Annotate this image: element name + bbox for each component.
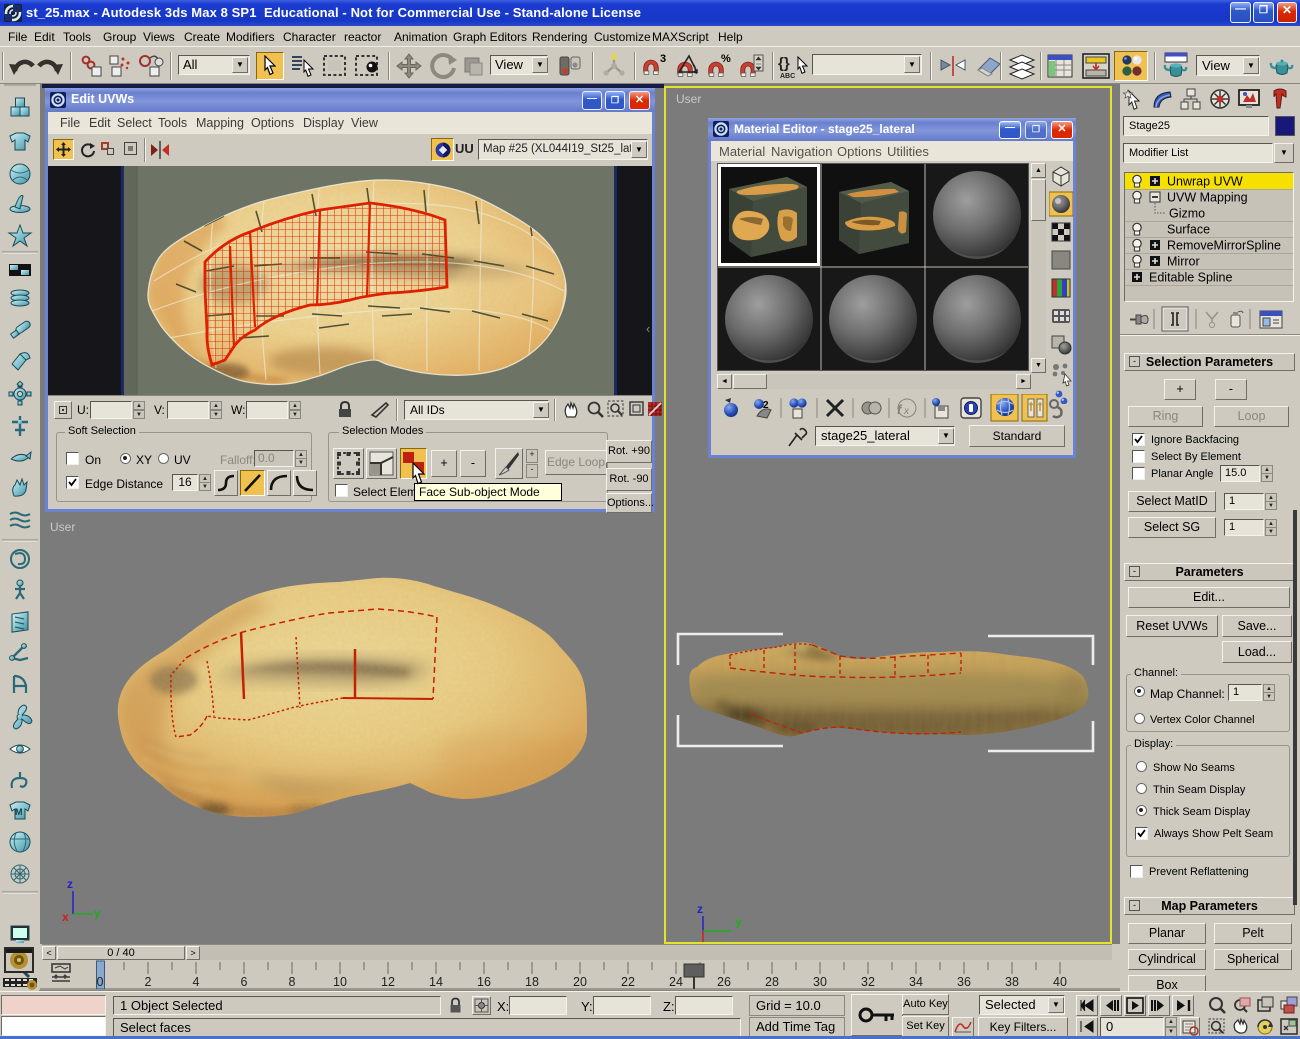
svg-text:z: z xyxy=(697,902,703,916)
svg-text:6: 6 xyxy=(241,975,248,989)
svg-text:2: 2 xyxy=(145,975,152,989)
svg-text:%: % xyxy=(721,53,731,65)
svg-text:Mirror: Mirror xyxy=(1167,255,1200,269)
svg-text:Gizmo: Gizmo xyxy=(1169,207,1205,221)
svg-text:16: 16 xyxy=(477,975,491,989)
svg-text:y: y xyxy=(94,906,101,920)
svg-text:34: 34 xyxy=(909,975,923,989)
svg-text:30: 30 xyxy=(813,975,827,989)
svg-text:Editable Spline: Editable Spline xyxy=(1149,271,1232,285)
svg-text:10: 10 xyxy=(333,975,347,989)
svg-text:x: x xyxy=(62,910,69,924)
svg-text:z: z xyxy=(67,877,73,891)
svg-text:RemoveMirrorSpline: RemoveMirrorSpline xyxy=(1167,239,1281,253)
svg-text:22: 22 xyxy=(621,975,635,989)
svg-text:12: 12 xyxy=(381,975,395,989)
svg-text:ABC: ABC xyxy=(780,73,795,80)
svg-text:24: 24 xyxy=(669,975,683,989)
svg-text:3: 3 xyxy=(660,53,666,65)
svg-text:y: y xyxy=(735,915,742,929)
svg-text:40: 40 xyxy=(1053,975,1067,989)
svg-text:2: 2 xyxy=(763,400,769,411)
svg-text:32: 32 xyxy=(861,975,875,989)
svg-text:38: 38 xyxy=(1005,975,1019,989)
svg-text:{}: {} xyxy=(778,55,790,72)
svg-text:28: 28 xyxy=(765,975,779,989)
svg-text:26: 26 xyxy=(717,975,731,989)
svg-text:18: 18 xyxy=(525,975,539,989)
svg-text:Surface: Surface xyxy=(1167,223,1210,237)
svg-text:x: x xyxy=(903,406,910,417)
svg-text:8: 8 xyxy=(289,975,296,989)
svg-text:20: 20 xyxy=(573,975,587,989)
svg-text:4: 4 xyxy=(193,975,200,989)
svg-text:0: 0 xyxy=(97,975,104,989)
svg-text:14: 14 xyxy=(429,975,443,989)
svg-text:UVW Mapping: UVW Mapping xyxy=(1167,191,1248,205)
svg-text:Unwrap UVW: Unwrap UVW xyxy=(1167,175,1243,189)
svg-text:36: 36 xyxy=(957,975,971,989)
